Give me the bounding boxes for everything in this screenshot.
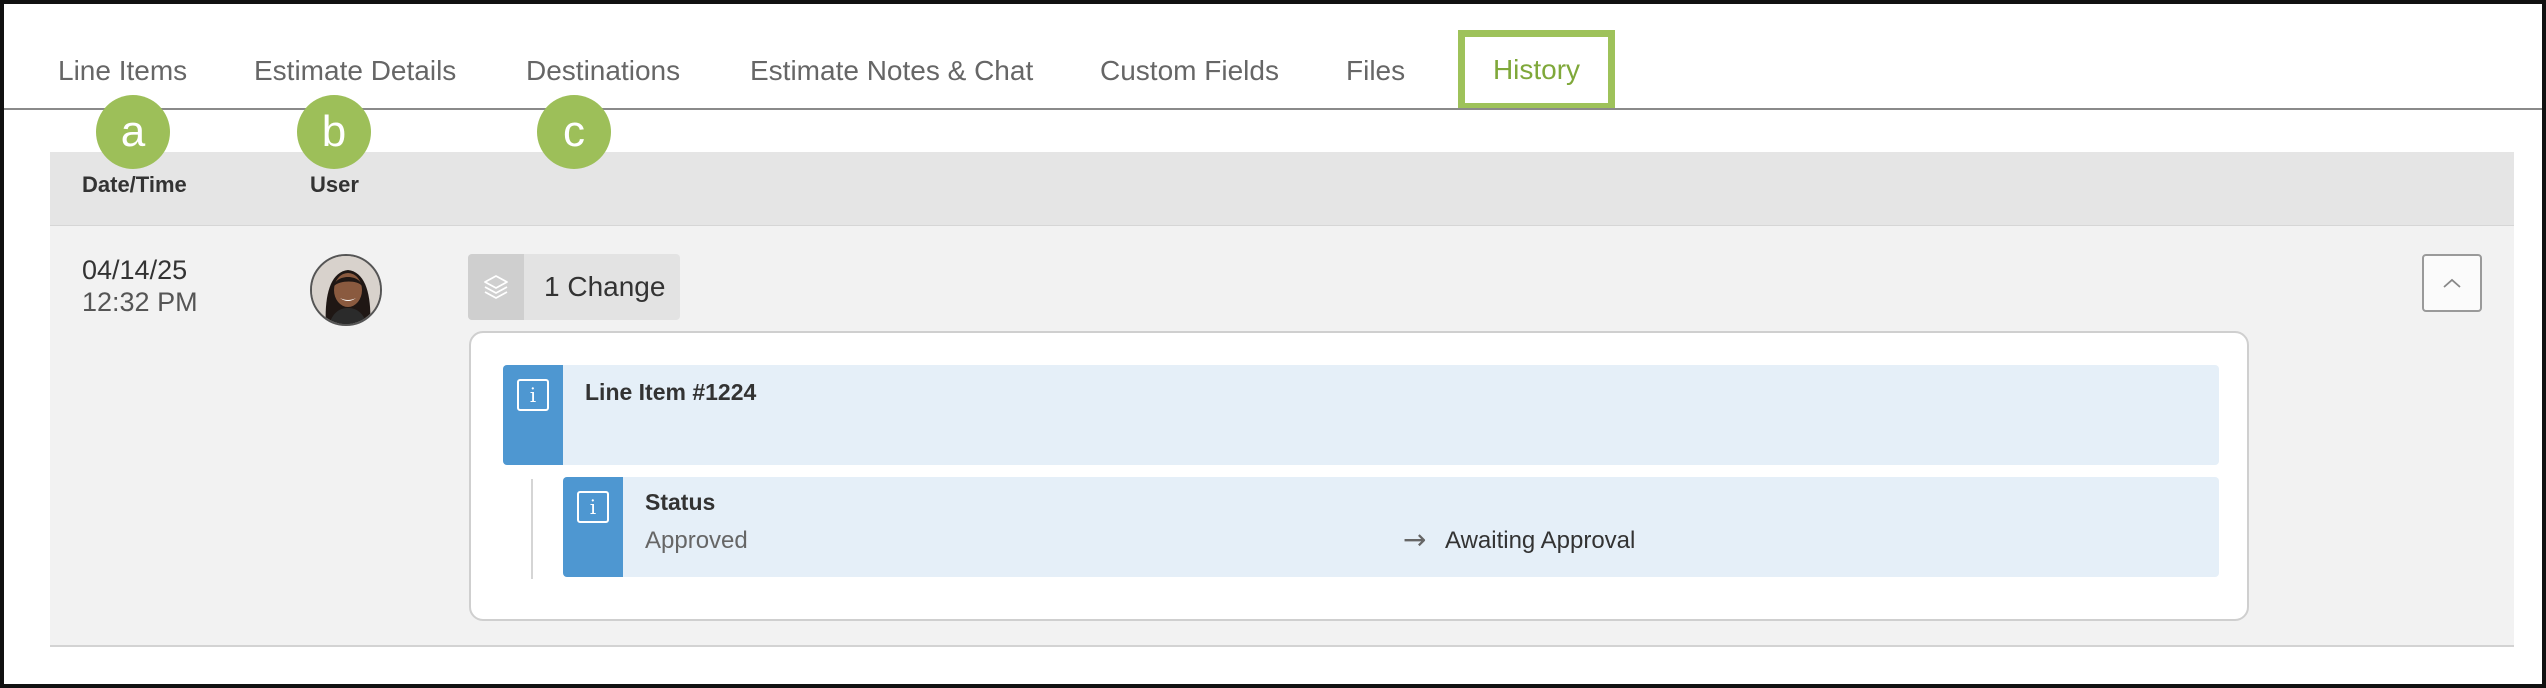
line-item-entry: i Line Item #1224 <box>503 365 2219 465</box>
chevron-up-icon <box>2443 278 2461 288</box>
changes-toggle-button[interactable]: 1 Change <box>468 254 680 320</box>
tab-history[interactable]: History <box>1458 30 1615 110</box>
tab-history-label: History <box>1492 54 1581 85</box>
line-item-title: Line Item #1224 <box>585 379 757 405</box>
layers-icon <box>468 254 524 320</box>
tab-line-items[interactable]: Line Items <box>58 54 187 88</box>
tree-connector-line <box>531 479 533 579</box>
changes-count-label: 1 Change <box>544 271 666 302</box>
arrow-right-icon: → <box>1403 523 1427 556</box>
callout-c: c <box>537 95 611 169</box>
info-icon: i <box>517 379 549 411</box>
row-date: 04/14/25 <box>82 255 188 285</box>
avatar-portrait <box>312 256 380 324</box>
change-detail-card: i Line Item #1224 i Status Approved → Aw… <box>469 331 2249 621</box>
status-field-label: Status <box>645 489 716 515</box>
status-indicator: i <box>563 477 623 577</box>
info-icon: i <box>577 491 609 523</box>
line-item-indicator: i <box>503 365 563 465</box>
collapse-button[interactable] <box>2422 254 2482 312</box>
history-table-header: Date/Time User <box>50 152 2514 226</box>
tab-bar: Line Items Estimate Details Destinations… <box>4 4 2542 110</box>
tab-estimate-notes-chat[interactable]: Estimate Notes & Chat <box>750 54 1033 88</box>
status-new-value: Awaiting Approval <box>1445 527 1636 554</box>
tab-destinations[interactable]: Destinations <box>526 54 680 88</box>
callout-a: a <box>96 95 170 169</box>
tab-custom-fields[interactable]: Custom Fields <box>1100 54 1279 88</box>
column-header-user: User <box>310 172 359 197</box>
history-row: 04/14/25 12:32 PM 1 Change i Line Item #… <box>50 226 2514 647</box>
status-old-value: Approved <box>645 527 748 554</box>
status-change-entry: i Status Approved → Awaiting Approval <box>563 477 2219 577</box>
tab-divider <box>4 108 2542 110</box>
user-avatar[interactable] <box>310 254 382 326</box>
tab-files[interactable]: Files <box>1346 54 1405 88</box>
window-frame: Line Items Estimate Details Destinations… <box>0 0 2546 688</box>
row-time: 12:32 PM <box>82 287 198 317</box>
column-header-date-time: Date/Time <box>82 172 187 197</box>
callout-b: b <box>297 95 371 169</box>
tab-estimate-details[interactable]: Estimate Details <box>254 54 456 88</box>
